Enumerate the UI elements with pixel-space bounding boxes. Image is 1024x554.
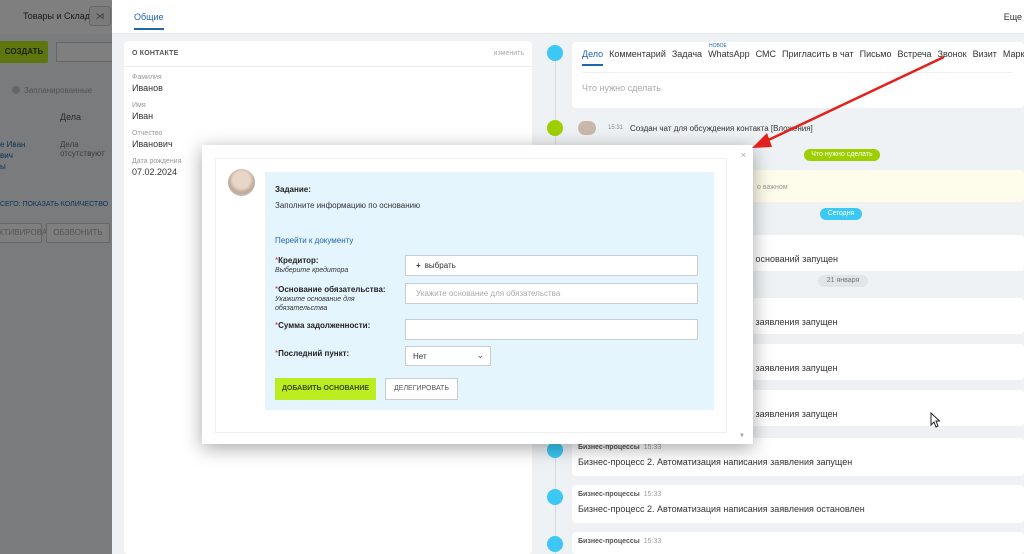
field-label: Последний пункт: — [278, 349, 350, 358]
composer-tabs: Дело Комментарий Задача WhatsApp СМС Пригласи… — [582, 49, 1024, 66]
tab-general[interactable]: Общие — [134, 12, 164, 30]
activity-composer: НОВОЕ Дело Комментарий Задача WhatsApp СМС Пр… — [572, 42, 1024, 108]
popup-content: Задание: Заполните информацию по основан… — [215, 158, 727, 433]
select-label: выбрать — [424, 261, 456, 270]
tab-task[interactable]: Задача — [672, 49, 702, 59]
creditor-row: *Кредитор: Выберите кредитора + выбрать — [275, 255, 705, 276]
item-time: 15:33 — [643, 538, 662, 545]
source-label: Бизнес-процессы — [578, 538, 640, 545]
field-value: 07.02.2024 — [132, 167, 178, 177]
field-label: Основание обязательства: — [278, 285, 386, 294]
field-birthdate: Дата рождения 07.02.2024 — [132, 158, 181, 177]
chat-text: Создан чат для обсуждения контакта [Влож… — [630, 124, 813, 133]
last-point-row: *Последний пункт: Нет ⌄ — [275, 346, 705, 366]
tab-visit[interactable]: Визит — [973, 49, 997, 59]
chat-created-row: 15:31 Создан чат для обсуждения контакта… — [572, 118, 1024, 140]
item-source: Бизнес-процессы 15:33 — [578, 538, 661, 545]
chat-icon — [547, 120, 563, 136]
field-label: Имя — [132, 102, 146, 109]
item-text: а оснований запущен — [748, 254, 838, 264]
date-pill: 21 января — [818, 275, 868, 287]
bizproc-icon — [547, 489, 563, 505]
close-icon[interactable]: × — [741, 150, 746, 160]
scroll-down-icon[interactable]: ▼ — [739, 433, 745, 439]
field-label: Дата рождения — [132, 158, 182, 165]
card-header: О КОНТАКТЕ изменить — [124, 41, 532, 67]
last-point-select[interactable]: Нет ⌄ — [405, 346, 491, 366]
go-to-document-link[interactable]: Перейти к документу — [275, 236, 353, 245]
crm-list-panel: Товары и Склады ⋊ СОЗДАТЬ Запланированны… — [0, 0, 112, 554]
chevron-down-icon: ⌄ — [476, 350, 484, 360]
basis-input[interactable]: Укажите основание для обязательства — [405, 283, 698, 304]
task-popup: × ▼ Задание: Заполните информацию по осн… — [202, 145, 753, 444]
item-text: Бизнес-процесс 2. Автоматизация написани… — [578, 504, 865, 514]
todo-input[interactable]: Что нужно сделать — [582, 72, 1012, 100]
item-time: 15:33 — [643, 444, 662, 451]
item-source: Бизнес-процессы 15:33 — [578, 491, 661, 498]
add-basis-button[interactable]: ДОБАВИТЬ ОСНОВАНИЕ — [275, 378, 376, 400]
field-middlename: Отчество Иванович — [132, 130, 173, 149]
tab-sms[interactable]: СМС — [756, 49, 776, 59]
debt-amount-input[interactable] — [405, 319, 698, 340]
debt-row: *Сумма задолженности: — [275, 319, 705, 340]
field-label: Отчество — [132, 130, 163, 137]
tab-invite-chat[interactable]: Пригласить в чат — [782, 49, 854, 59]
cursor-icon — [930, 412, 940, 428]
source-label: Бизнес-процессы — [578, 491, 640, 498]
avatar — [578, 121, 596, 135]
comment-icon — [547, 45, 563, 61]
task-box: Задание: Заполните информацию по основан… — [265, 172, 714, 410]
field-hint: Укажите основание для обязательства — [275, 296, 355, 312]
bizproc-item: Бизнес-процессы 15:33 — [572, 532, 1024, 554]
field-lastname: Фамилия Иванов — [132, 74, 163, 93]
bizproc-item: Бизнес-процессы 15:33 Бизнес-процесс 2. А… — [572, 485, 1024, 523]
delegate-button[interactable]: ДЕЛЕГИРОВАТЬ — [385, 378, 458, 400]
field-firstname: Имя Иван — [132, 102, 153, 121]
tab-meeting[interactable]: Встреча — [897, 49, 931, 59]
tab-market[interactable]: Маркет — [1003, 49, 1024, 59]
creditor-select[interactable]: + выбрать — [405, 255, 698, 276]
entity-header: Общие Еще — [112, 0, 1024, 34]
select-value: Нет — [413, 352, 427, 361]
chat-time: 15:31 — [608, 125, 624, 131]
tab-deal[interactable]: Дело — [582, 49, 604, 66]
field-label: Сумма задолженности: — [278, 321, 371, 330]
item-text: а заявления запущен — [748, 363, 838, 373]
field-label: Кредитор: — [278, 256, 319, 265]
more-tab[interactable]: Еще — [1004, 12, 1022, 22]
task-label: Задание: — [275, 185, 311, 194]
source-label: Бизнес-процессы — [578, 444, 640, 451]
tab-whatsapp[interactable]: WhatsApp — [708, 49, 750, 59]
tab-call[interactable]: Звонок — [938, 49, 967, 59]
field-value: Иванов — [132, 83, 163, 93]
tab-comment[interactable]: Комментарий — [609, 49, 666, 59]
field-label: Фамилия — [132, 74, 162, 81]
card-title: О КОНТАКТЕ — [132, 50, 179, 57]
today-pill: Сегодня — [820, 208, 862, 220]
item-time: 15:33 — [643, 491, 662, 498]
bizproc-icon — [547, 536, 563, 552]
dim-overlay — [0, 0, 112, 554]
avatar — [228, 169, 255, 196]
field-value: Иванович — [132, 139, 173, 149]
task-text: Заполните информацию по основанию — [275, 201, 421, 210]
item-text: а заявления запущен — [748, 409, 838, 419]
edit-link[interactable]: изменить — [494, 50, 524, 57]
tab-email[interactable]: Письмо — [860, 49, 892, 59]
field-value: Иван — [132, 111, 154, 121]
bizproc-icon — [547, 442, 563, 458]
item-text: Бизнес-процесс 2. Автоматизация написани… — [578, 457, 853, 467]
item-text: а заявления запущен — [748, 317, 838, 327]
plus-icon: + — [416, 261, 421, 270]
todo-pill: Что нужно сделать — [804, 149, 880, 161]
input-placeholder: Укажите основание для обязательства — [416, 289, 561, 298]
basis-row: *Основание обязательства: Укажите основа… — [275, 283, 705, 313]
important-text: о важном — [757, 184, 788, 191]
item-source: Бизнес-процессы 15:33 — [578, 444, 661, 451]
